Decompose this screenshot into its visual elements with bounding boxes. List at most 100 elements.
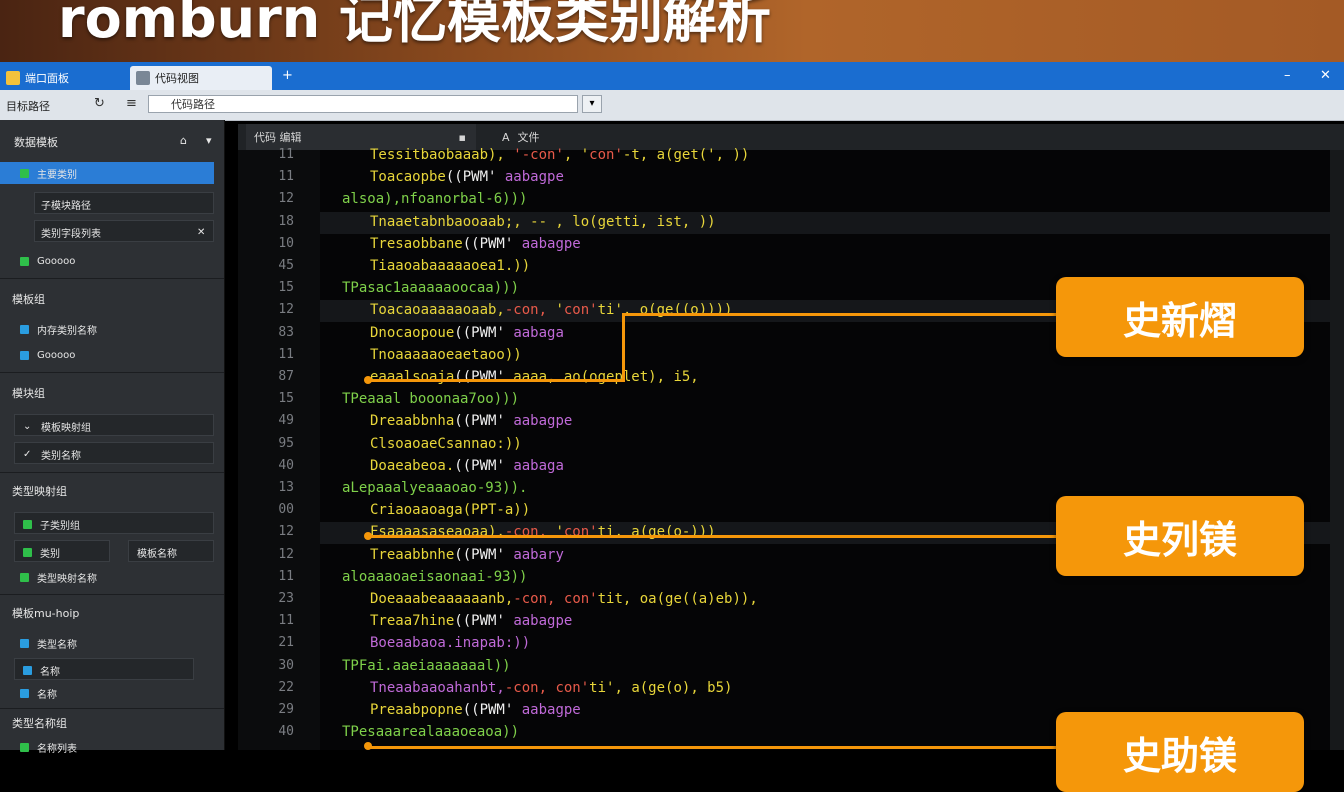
chevron-down-icon[interactable]: ▾ (206, 134, 212, 147)
code-line: Toacaopbe((PWM' aabagpe (370, 169, 564, 186)
code-line: Tiaaoabaaaaaoea1.)) (370, 258, 531, 274)
sidebar-item-name-list[interactable]: 名称列表 (20, 736, 77, 758)
sidebar-item-label: 内存类别名称 (37, 325, 97, 337)
sidebar-item-label: 类别 (40, 548, 60, 560)
sidebar-group-title: 类型名称组 (12, 717, 67, 730)
sidebar-item-type-name[interactable]: 类型名称 (20, 632, 214, 654)
sidebar-item-subcategory[interactable]: 子类别组 (14, 512, 214, 534)
sidebar-item-type-map-name[interactable]: 类型映射名称 (20, 566, 97, 588)
sidebar-item-category-name[interactable]: ✓ 类别名称 (14, 442, 214, 464)
sidebar-item-gooooo-2[interactable]: Gooooo (20, 344, 75, 366)
code-line: Tneaabaaoahanbt,-con, con'ti', a(ge(o), … (370, 679, 733, 696)
checkbox-icon (20, 168, 29, 178)
minimize-icon[interactable]: – (1284, 68, 1291, 83)
home-icon[interactable]: ⌂ (180, 134, 187, 147)
callout-connector (370, 379, 625, 382)
checkbox-icon (20, 324, 29, 334)
callout-pointer (364, 532, 372, 540)
code-line: eaaalsoaja((PWM' aaaa, ao(ogeplet), i5, (370, 369, 699, 385)
divider (0, 278, 224, 279)
code-editor[interactable]: Tessitbaobaaab), '-con', 'con'-t, a(get(… (238, 147, 1344, 750)
editor-tab-label: 文件 (517, 131, 540, 144)
sidebar-item-label: Gooooo (37, 255, 76, 267)
callout-connector (624, 313, 1056, 316)
path-input[interactable]: 代码路径 (148, 95, 578, 113)
line-number: 30 (278, 657, 294, 673)
sidebar: 数据模板 ⌂ ▾ 主要类别 子模块路径 类别字段列表 ✕ Gooooo 模板组 … (0, 120, 225, 755)
sidebar-item-main-category[interactable]: 主要类别 (0, 162, 214, 184)
divider (0, 594, 224, 595)
checkbox-icon (23, 519, 32, 529)
sidebar-item-label: 名称 (40, 666, 60, 678)
address-label: 目标路径 (6, 100, 50, 113)
line-number: 21 (278, 635, 294, 651)
new-tab-icon[interactable]: + (282, 68, 293, 83)
callout-label: 史助镁 (1056, 712, 1304, 792)
line-number: 12 (278, 546, 294, 562)
editor-scrollbar[interactable] (1330, 150, 1344, 750)
checkbox-icon (20, 350, 29, 360)
code-line: Boeaabaoa.inapab:)) (370, 635, 531, 652)
sidebar-item-name-2[interactable]: 名称 (20, 682, 57, 704)
sidebar-item-label: 模板映射组 (41, 422, 91, 434)
code-line: Tnaaetabnbaooaab;, -- , lo(getti, ist, )… (370, 213, 716, 230)
line-number: 40 (278, 457, 294, 473)
sidebar-item-label: 名称列表 (37, 743, 77, 755)
sidebar-item-template-map[interactable]: ⌄ 模板映射组 (14, 414, 214, 436)
tab-code-view[interactable]: 代码视图 (130, 66, 272, 90)
tab-label: 端口面板 (25, 72, 69, 85)
checkbox-icon (23, 665, 32, 675)
line-number: 11 (278, 568, 294, 584)
sidebar-item-field-list[interactable]: 类别字段列表 ✕ (34, 220, 214, 242)
code-line: Tnoaaaaaoeaetaoo)) (370, 346, 522, 363)
sidebar-header-label: 数据模板 (14, 136, 58, 149)
file-icon: A (502, 130, 510, 144)
code-line: TPeaaal booonaa7oo))) (342, 391, 520, 408)
line-number: 12 (278, 524, 294, 540)
callout-pointer (364, 742, 372, 750)
sidebar-item-label: 模板名称 (137, 548, 177, 560)
divider (0, 372, 224, 373)
checkbox-icon (20, 256, 29, 266)
refresh-icon[interactable]: ↻ (94, 96, 105, 111)
browser-tab-bar: 端口面板 代码视图 + – ✕ (0, 62, 1344, 90)
callout-connector (370, 746, 1056, 749)
line-number: 45 (278, 258, 294, 273)
sidebar-group-title: 模板mu-hoip (12, 607, 80, 620)
go-button[interactable]: ▾ (582, 95, 602, 113)
line-number: 29 (278, 702, 294, 717)
code-line: Tresaobbane((PWM' aabagpe (370, 235, 581, 252)
sidebar-header: 数据模板 ⌂ ▾ (0, 126, 224, 154)
code-line: Tessitbaobaaab), '-con', 'con'-t, a(get(… (370, 147, 750, 163)
checkbox-icon (20, 742, 29, 752)
code-line: Dnocaopoue((PWM' aabaga (370, 324, 564, 341)
sidebar-item-label: 类别字段列表 (41, 228, 101, 240)
editor-tab-label: 代码 编辑 (254, 131, 302, 144)
sidebar-item-category[interactable]: 类别 (14, 540, 110, 562)
sidebar-item-label: Gooooo (37, 349, 76, 361)
line-number: 83 (278, 324, 294, 340)
menu-icon[interactable]: ≡ (126, 96, 137, 111)
sidebar-item-template-name[interactable]: 模板名称 (128, 540, 214, 562)
callout-label: 史列镁 (1056, 496, 1304, 576)
pin-icon: ✓ (23, 448, 32, 460)
code-line: Preaabpopne((PWM' aabagpe (370, 702, 581, 718)
close-icon[interactable]: ▪ (459, 131, 466, 144)
folder-icon (6, 71, 20, 85)
sidebar-item-label: 类型映射名称 (37, 573, 97, 585)
code-line: Criaoaaoaga(PPT-a)) (370, 502, 531, 519)
close-icon[interactable]: ✕ (197, 221, 205, 243)
sidebar-item-memory-category[interactable]: 内存类别名称 (20, 318, 214, 340)
code-line: aLepaaalyeaaaoao-93)). (342, 480, 528, 496)
sidebar-item-name[interactable]: 名称 (14, 658, 194, 680)
sidebar-item-gooooo[interactable]: Gooooo (20, 250, 75, 272)
close-icon[interactable]: ✕ (1320, 68, 1331, 83)
line-number: 87 (278, 369, 294, 384)
line-number: 18 (278, 213, 294, 229)
checkbox-icon (23, 547, 32, 557)
sidebar-item-submodule[interactable]: 子模块路径 (34, 192, 214, 214)
line-number: 12 (278, 302, 294, 318)
tab-port-panel[interactable]: 端口面板 (0, 66, 126, 90)
sidebar-item-label: 类型名称 (37, 639, 77, 651)
line-number: 15 (278, 280, 294, 296)
